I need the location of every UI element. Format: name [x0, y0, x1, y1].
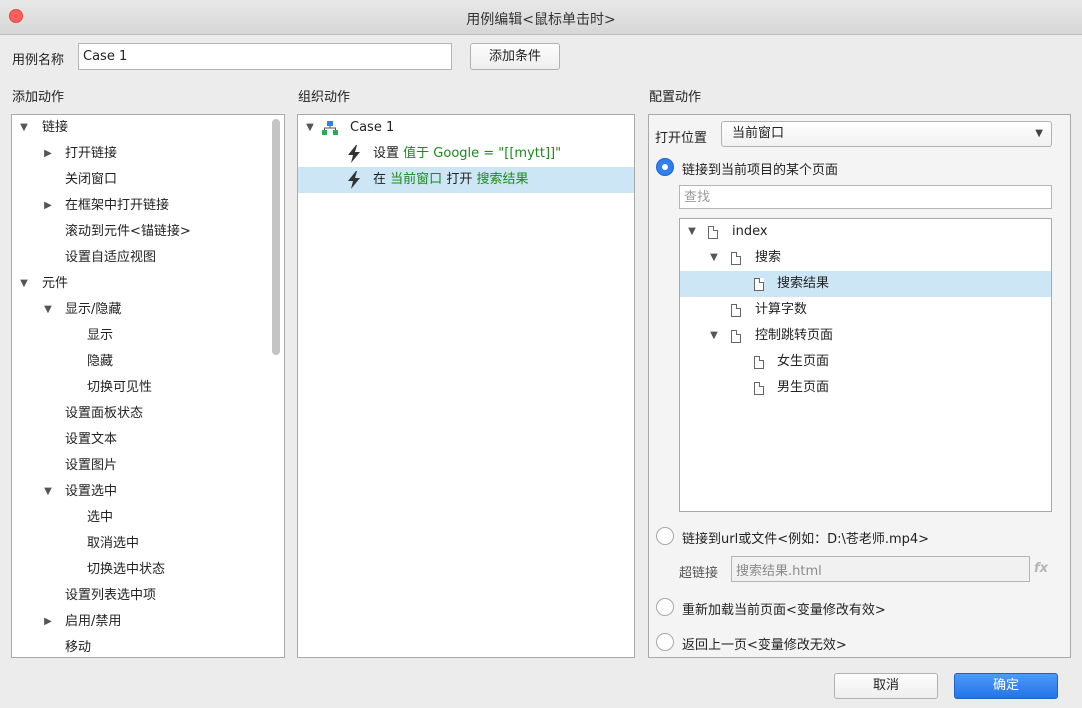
collapse-triangle-icon[interactable]: ▼	[42, 297, 54, 323]
page-node-word-count[interactable]: 计算字数	[680, 297, 1051, 323]
organize-actions-tree: ▼ Case 1 设置 值于 Google = "[[mytt]]" 在 当前窗…	[297, 114, 635, 658]
page-icon	[754, 382, 764, 395]
tree-item-unselect[interactable]: 取消选中	[12, 531, 284, 557]
add-actions-heading: 添加动作	[12, 90, 65, 105]
option-link-to-url-label: 链接到url或文件<例如：D:\苍老师.mp4>	[682, 532, 930, 547]
page-tree: ▼ index ▼ 搜索 搜索结果 计算字数 ▼ 控制跳转页面 女生页面 男生页…	[679, 218, 1052, 512]
case-tree-icon	[322, 121, 338, 135]
page-icon	[754, 356, 764, 369]
collapse-triangle-icon[interactable]: ▼	[18, 115, 30, 141]
tree-item-hide[interactable]: 隐藏	[12, 349, 284, 375]
action-row-set-value[interactable]: 设置 值于 Google = "[[mytt]]"	[298, 141, 634, 167]
tree-item-link[interactable]: ▼ 链接	[12, 115, 284, 141]
collapse-triangle-icon[interactable]: ▼	[42, 479, 54, 505]
tree-item-set-text[interactable]: 设置文本	[12, 427, 284, 453]
page-icon	[731, 252, 741, 265]
case-name-input[interactable]	[78, 43, 452, 70]
radio-link-to-page[interactable]	[656, 158, 674, 176]
page-node-redirect-control[interactable]: ▼ 控制跳转页面	[680, 323, 1051, 349]
add-condition-button[interactable]: 添加条件	[470, 43, 560, 70]
case-node[interactable]: ▼ Case 1	[298, 115, 634, 141]
configure-actions-panel: 打开位置 当前窗口 ▼ 链接到当前项目的某个页面 ▼ index ▼ 搜索 搜索…	[648, 114, 1071, 658]
page-node-index[interactable]: ▼ index	[680, 219, 1051, 245]
tree-item-set-list-selection[interactable]: 设置列表选中项	[12, 583, 284, 609]
tree-item-open-in-frame[interactable]: ▶ 在框架中打开链接	[12, 193, 284, 219]
tree-item-show-hide[interactable]: ▼ 显示/隐藏	[12, 297, 284, 323]
scrollbar-thumb[interactable]	[272, 119, 280, 355]
tree-item-select[interactable]: 选中	[12, 505, 284, 531]
page-search-input[interactable]	[679, 185, 1052, 209]
tree-item-open-link[interactable]: ▶ 打开链接	[12, 141, 284, 167]
page-icon	[731, 304, 741, 317]
hyperlink-input[interactable]	[731, 556, 1030, 582]
expand-triangle-icon[interactable]: ▶	[42, 193, 54, 219]
expand-triangle-icon[interactable]: ▶	[42, 141, 54, 167]
option-go-back-label: 返回上一页<变量修改无效>	[682, 638, 847, 653]
collapse-triangle-icon[interactable]: ▼	[708, 323, 720, 349]
cancel-button[interactable]: 取消	[834, 673, 938, 699]
lightning-icon	[348, 171, 360, 189]
configure-actions-heading: 配置动作	[649, 90, 702, 105]
page-node-boys-page[interactable]: 男生页面	[680, 375, 1051, 401]
collapse-triangle-icon[interactable]: ▼	[708, 245, 720, 271]
add-actions-tree: ▼ 链接 ▶ 打开链接 关闭窗口 ▶ 在框架中打开链接 滚动到元件<锚链接> 设…	[11, 114, 285, 658]
title-bar: 用例编辑<鼠标单击时>	[0, 0, 1082, 35]
radio-go-back[interactable]	[656, 633, 674, 651]
organize-actions-heading: 组织动作	[298, 90, 351, 105]
tree-item-set-image[interactable]: 设置图片	[12, 453, 284, 479]
page-node-search-results[interactable]: 搜索结果	[680, 271, 1051, 297]
radio-link-to-url[interactable]	[656, 527, 674, 545]
tree-item-enable-disable[interactable]: ▶ 启用/禁用	[12, 609, 284, 635]
tree-item-set-selected[interactable]: ▼ 设置选中	[12, 479, 284, 505]
page-node-search[interactable]: ▼ 搜索	[680, 245, 1051, 271]
page-icon	[731, 330, 741, 343]
open-in-label: 打开位置	[655, 131, 708, 146]
case-name-label: 用例名称	[12, 53, 65, 68]
tree-item-widgets[interactable]: ▼ 元件	[12, 271, 284, 297]
window-title: 用例编辑<鼠标单击时>	[466, 12, 616, 28]
collapse-triangle-icon[interactable]: ▼	[686, 219, 698, 245]
action-row-open-link[interactable]: 在 当前窗口 打开 搜索结果	[298, 167, 634, 193]
radio-reload-page[interactable]	[656, 598, 674, 616]
option-reload-label: 重新加载当前页面<变量修改有效>	[682, 603, 886, 618]
lightning-icon	[348, 145, 360, 163]
page-icon	[754, 278, 764, 291]
page-icon	[708, 226, 718, 239]
tree-item-close-window[interactable]: 关闭窗口	[12, 167, 284, 193]
tree-item-set-panel-state[interactable]: 设置面板状态	[12, 401, 284, 427]
chevron-down-icon: ▼	[1035, 128, 1043, 139]
tree-item-set-adaptive-view[interactable]: 设置自适应视图	[12, 245, 284, 271]
fx-button[interactable]: fx	[1034, 561, 1048, 576]
expand-triangle-icon[interactable]: ▶	[42, 609, 54, 635]
tree-item-show[interactable]: 显示	[12, 323, 284, 349]
ok-button[interactable]: 确定	[954, 673, 1058, 699]
collapse-triangle-icon[interactable]: ▼	[304, 115, 316, 141]
hyperlink-label: 超链接	[679, 566, 719, 581]
option-link-to-page-label: 链接到当前项目的某个页面	[682, 163, 839, 178]
tree-item-toggle-visibility[interactable]: 切换可见性	[12, 375, 284, 401]
collapse-triangle-icon[interactable]: ▼	[18, 271, 30, 297]
tree-item-scroll-to-widget[interactable]: 滚动到元件<锚链接>	[12, 219, 284, 245]
page-node-girls-page[interactable]: 女生页面	[680, 349, 1051, 375]
tree-item-toggle-selected[interactable]: 切换选中状态	[12, 557, 284, 583]
open-in-select[interactable]: 当前窗口 ▼	[721, 121, 1052, 147]
tree-item-move[interactable]: 移动	[12, 635, 284, 657]
